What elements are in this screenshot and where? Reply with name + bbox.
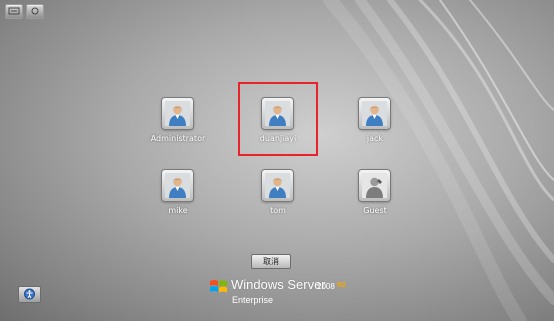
user-avatar-icon — [162, 98, 193, 129]
windows-flag-icon — [210, 280, 227, 293]
user-avatar-icon — [162, 170, 193, 201]
background-swoosh — [323, 0, 554, 321]
product-release: R2 — [337, 282, 346, 289]
keyboard-layout-button[interactable] — [5, 4, 23, 19]
guest-avatar-icon — [359, 170, 390, 201]
ease-of-access-button[interactable] — [18, 286, 41, 303]
user-name-label: Administrator — [150, 134, 206, 143]
product-name: Windows Server — [231, 277, 326, 292]
user-name-label: mike — [168, 206, 188, 215]
cancel-button[interactable]: 取消 — [251, 254, 291, 269]
input-method-button[interactable] — [26, 4, 44, 19]
user-tile-mike[interactable]: mike — [133, 170, 223, 230]
product-edition: Enterprise — [232, 295, 274, 305]
windows-server-brand: Windows Server 2008 R2 Enterprise — [209, 276, 359, 312]
user-avatar-icon — [359, 98, 390, 129]
input-method-icon — [31, 7, 39, 15]
user-tile-guest[interactable]: Guest — [330, 170, 420, 230]
user-name-label: jack — [366, 134, 384, 143]
user-tile-administrator[interactable]: Administrator — [133, 98, 223, 158]
product-version: 2008 — [317, 282, 335, 291]
login-screen: Administrator duanjiayi jack mike tom Gu… — [0, 0, 554, 321]
user-tile-tom[interactable]: tom — [233, 170, 323, 230]
ease-of-access-icon — [24, 288, 35, 300]
user-name-label: Guest — [363, 206, 387, 215]
user-tile-jack[interactable]: jack — [330, 98, 420, 158]
user-avatar-icon — [262, 170, 293, 201]
user-name-label: tom — [270, 206, 286, 215]
keyboard-icon — [8, 7, 20, 15]
selection-highlight-box — [238, 82, 318, 156]
